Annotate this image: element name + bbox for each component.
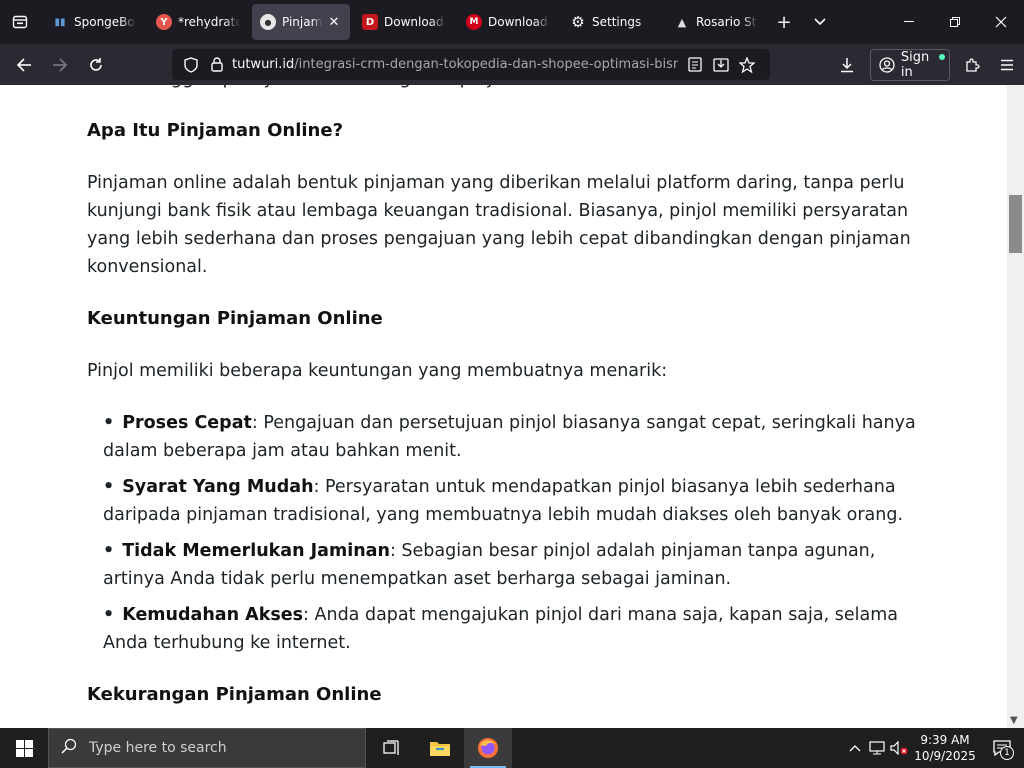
reload-icon[interactable] <box>78 49 114 81</box>
list-item: • Syarat Yang Mudah: Persyaratan untuk me… <box>103 473 917 529</box>
partial-paragraph: dasar hingga tips bijak dalam mengelola … <box>87 85 917 93</box>
notification-dot <box>939 53 946 60</box>
bullet: • <box>103 413 115 433</box>
windows-taskbar: Type here to search 9:39 AM 10/9/2025 1 <box>0 728 1024 768</box>
tab-4[interactable]: M Download <box>458 4 558 40</box>
tracking-protection-shield-icon[interactable] <box>180 56 202 73</box>
bookmark-star-icon[interactable] <box>736 56 758 73</box>
tab-1[interactable]: Y *rehydrated <box>148 4 248 40</box>
system-tray: 9:39 AM 10/9/2025 1 <box>844 728 1024 768</box>
restore-icon[interactable] <box>932 0 978 44</box>
reader-view-icon[interactable] <box>684 57 706 72</box>
windows-start-icon[interactable] <box>0 728 48 768</box>
action-center-icon[interactable]: 1 <box>980 728 1024 768</box>
heading-keuntungan: Keuntungan Pinjaman Online <box>87 308 383 329</box>
file-explorer-icon[interactable] <box>416 728 464 768</box>
sign-in-button[interactable]: Sign in <box>869 48 951 81</box>
list-item: • Tidak Memerlukan Jaminan: Sebagian besa… <box>103 537 917 593</box>
spongebob-favicon-icon: ▮▮ <box>54 16 66 28</box>
volume-muted-icon[interactable] <box>888 728 910 768</box>
tab-title: Download <box>384 15 444 29</box>
toolbar-right: Sign in <box>830 48 1024 81</box>
y-favicon-icon: Y <box>156 14 172 30</box>
downloads-icon[interactable] <box>830 49 864 81</box>
sign-in-label: Sign in <box>900 49 930 80</box>
page-scrollbar[interactable]: ▼ <box>1007 85 1024 728</box>
list-all-tabs-chevron-down-icon[interactable] <box>802 0 838 44</box>
benefits-list: • Proses Cepat: Pengajuan dan persetujuan… <box>103 409 917 657</box>
tab-title: Settings <box>592 15 642 29</box>
list-item: • Proses Cepat: Pengajuan dan persetujuan… <box>103 409 917 465</box>
bullet: • <box>103 605 115 625</box>
taskbar-clock[interactable]: 9:39 AM 10/9/2025 <box>910 732 980 764</box>
show-hidden-icons-chevron-up-icon[interactable] <box>844 728 866 768</box>
url-bar[interactable]: tutwuri.id/integrasi-crm-dengan-tokopedi… <box>172 49 770 80</box>
url-path: /integrasi-crm-dengan-tokopedia-dan-shop… <box>294 57 678 72</box>
paragraph-definition: Pinjaman online adalah bentuk pinjaman y… <box>87 173 911 277</box>
back-arrow-icon[interactable] <box>6 49 42 81</box>
search-icon <box>61 738 77 758</box>
scrollbar-thumb[interactable] <box>1009 195 1022 253</box>
url-text[interactable]: tutwuri.id/integrasi-crm-dengan-tokopedi… <box>232 57 678 72</box>
firefox-taskbar-icon[interactable] <box>464 728 512 768</box>
paragraph-keuntungan-intro: Pinjol memiliki beberapa keuntungan yang… <box>87 361 668 381</box>
list-item-term: Tidak Memerlukan Jaminan <box>122 541 390 561</box>
firefox-view-icon[interactable] <box>0 0 40 44</box>
tab-0[interactable]: ▮▮ SpongeBob <box>44 4 144 40</box>
scroll-down-arrow-icon[interactable]: ▼ <box>1010 715 1018 726</box>
download-favicon-icon: D <box>362 14 378 30</box>
tab-title: Download <box>488 15 548 29</box>
gear-icon: ⚙ <box>571 13 585 31</box>
bullet: • <box>103 477 115 497</box>
hamburger-menu-icon[interactable] <box>990 49 1024 81</box>
account-icon <box>879 56 895 73</box>
tab-title: *rehydrated <box>178 15 240 29</box>
taskbar-search-box[interactable]: Type here to search <box>48 728 366 768</box>
extensions-puzzle-icon[interactable] <box>956 49 990 81</box>
notification-count-badge: 1 <box>1000 746 1014 760</box>
tab-title: Rosario Stu <box>696 15 758 29</box>
forward-arrow-icon[interactable] <box>42 49 78 81</box>
bullet: • <box>103 541 115 561</box>
close-tab-icon[interactable]: ✕ <box>326 14 342 30</box>
web-page-viewport[interactable]: dasar hingga tips bijak dalam mengelola … <box>0 85 1007 728</box>
install-page-icon[interactable] <box>710 57 732 72</box>
heading-kekurangan: Kekurangan Pinjaman Online <box>87 684 382 705</box>
tab-2-active[interactable]: ● Pinjaman ✕ <box>252 4 350 40</box>
tab-3[interactable]: D Download <box>354 4 454 40</box>
list-item-term: Kemudahan Akses <box>122 605 304 625</box>
list-item-term: Syarat Yang Mudah <box>122 477 314 497</box>
clock-date: 10/9/2025 <box>914 749 976 763</box>
network-icon[interactable] <box>866 728 888 768</box>
task-view-icon[interactable] <box>368 728 416 768</box>
article-body: dasar hingga tips bijak dalam mengelola … <box>87 85 917 728</box>
close-window-icon[interactable] <box>978 0 1024 44</box>
tab-6[interactable]: ▲ Rosario Stu <box>666 4 766 40</box>
mega-favicon-icon: M <box>466 14 482 30</box>
list-item-term: Proses Cepat <box>122 413 252 433</box>
tab-5[interactable]: ⚙ Settings <box>562 4 662 40</box>
tab-title: Pinjaman <box>282 15 322 29</box>
globe-favicon-icon: ● <box>260 14 276 30</box>
heading-apa-itu-pinjaman-online: Apa Itu Pinjaman Online? <box>87 120 344 141</box>
url-domain: tutwuri.id <box>232 57 295 72</box>
navigation-toolbar: tutwuri.id/integrasi-crm-dengan-tokopedi… <box>0 44 1024 85</box>
new-tab-plus-icon[interactable]: + <box>766 0 802 44</box>
tab-title: SpongeBob <box>74 15 136 29</box>
rosario-favicon-icon: ▲ <box>677 15 687 29</box>
search-placeholder: Type here to search <box>89 740 227 756</box>
minimize-icon[interactable] <box>886 0 932 44</box>
clock-time: 9:39 AM <box>920 733 970 747</box>
list-item: • Kemudahan Akses: Anda dapat mengajukan … <box>103 601 917 657</box>
lock-icon[interactable] <box>206 57 228 72</box>
tab-strip: ▮▮ SpongeBob Y *rehydrated ● Pinjaman ✕ … <box>0 0 1024 44</box>
